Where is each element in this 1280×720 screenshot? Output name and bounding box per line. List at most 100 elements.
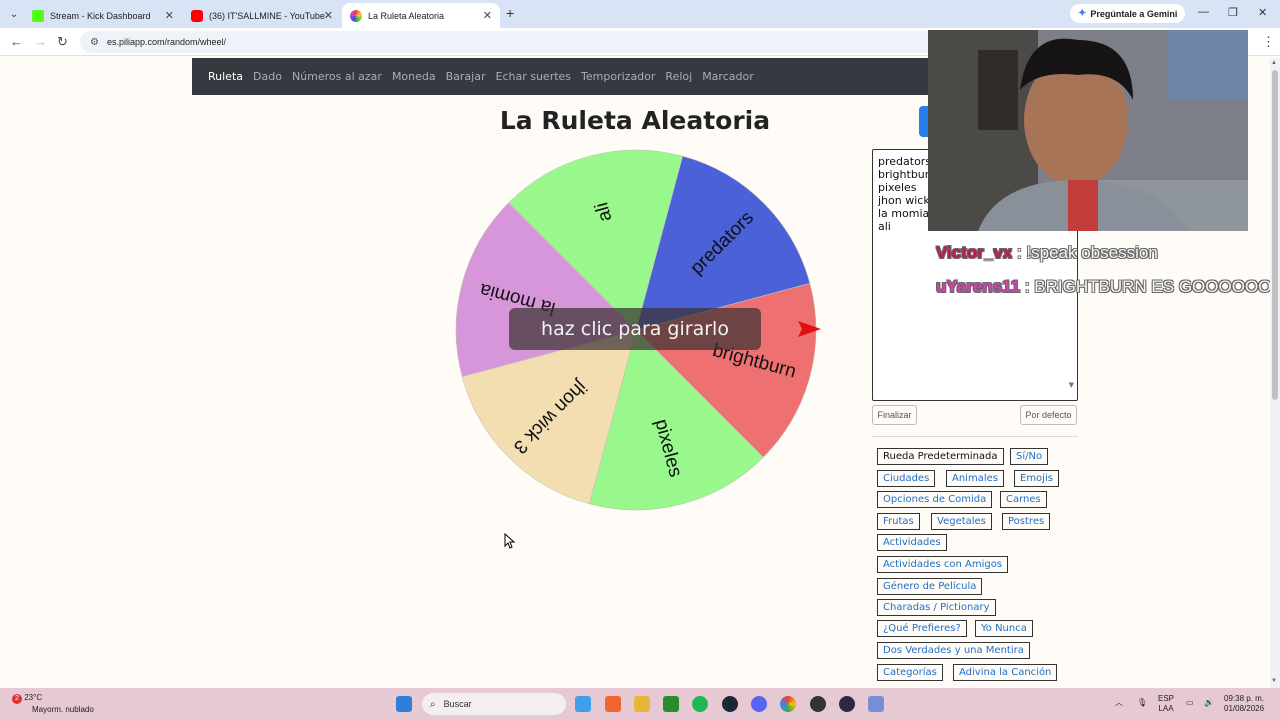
spin-button[interactable]: haz clic para girarlo	[509, 308, 761, 350]
chat-username: uYarens11	[936, 277, 1021, 296]
resize-grip-icon[interactable]: ▼	[1069, 379, 1074, 392]
tab-title: (36) IT'SALLMINE - YouTube	[209, 10, 325, 21]
file-explorer-icon[interactable]	[634, 696, 650, 712]
page-scrollbar[interactable]: ▲ ▼	[1270, 58, 1280, 688]
webcam-overlay	[928, 30, 1248, 231]
preset-que-prefieres[interactable]: ¿Qué Prefieres?	[877, 620, 967, 637]
volume-icon[interactable]: 🔊	[1204, 698, 1214, 708]
minimize-icon[interactable]: —	[1198, 6, 1209, 18]
minecraft-icon[interactable]	[663, 696, 679, 712]
microphone-icon[interactable]: 🎙	[1137, 698, 1147, 708]
preset-dos-verdades[interactable]: Dos Verdades y una Mentira	[877, 642, 1030, 659]
preset-charadas[interactable]: Charadas / Pictionary	[877, 599, 996, 616]
gemini-button[interactable]: ✦ Pregúntale a Gemini	[1070, 4, 1186, 23]
lang-code: ESP	[1158, 694, 1175, 703]
default-button[interactable]: Por defecto	[1020, 405, 1077, 425]
clock-date: 01/08/2026	[1224, 704, 1265, 713]
close-icon[interactable]: ✕	[165, 9, 174, 22]
nav-reloj[interactable]: Reloj	[665, 70, 692, 83]
preset-actividades-amigos[interactable]: Actividades con Amigos	[877, 556, 1009, 573]
scroll-down-icon[interactable]: ▼	[1271, 678, 1277, 684]
preset-yo-nunca[interactable]: Yo Nunca	[975, 620, 1033, 637]
nav-marcador[interactable]: Marcador	[702, 70, 754, 83]
close-icon[interactable]: ✕	[483, 9, 492, 22]
webcam-feed-image	[928, 30, 1248, 231]
weather-widget[interactable]: 2 23°C Mayorm. nublado	[12, 692, 94, 715]
preset-si-no[interactable]: Sí/No	[1010, 448, 1049, 465]
app-icon[interactable]	[868, 696, 884, 712]
search-placeholder: Buscar	[443, 699, 472, 709]
scroll-thumb[interactable]	[1272, 70, 1278, 400]
chrome-icon[interactable]	[780, 696, 796, 712]
preset-vegetales[interactable]: Vegetales	[931, 513, 992, 530]
back-arrow-icon[interactable]: ←	[10, 34, 23, 49]
preset-animales[interactable]: Animales	[946, 470, 1004, 487]
windows-taskbar: 2 23°C Mayorm. nublado ⌕ Buscar ︿ 🎙 ESP …	[0, 688, 1280, 720]
url-text: es.piliapp.com/random/wheel/	[106, 37, 227, 47]
finish-button[interactable]: Finalizar	[872, 405, 917, 425]
site-info-icon[interactable]: ⚙	[90, 37, 99, 48]
nav-barajar[interactable]: Barajar	[446, 70, 486, 83]
chat-username: Victor_vx	[936, 243, 1013, 262]
notification-badge: 2	[12, 694, 22, 704]
scroll-up-icon[interactable]: ▲	[1271, 60, 1277, 66]
lang-layout: LAA	[1158, 704, 1174, 713]
restore-icon[interactable]: ❐	[1228, 6, 1238, 19]
preset-opciones-comida[interactable]: Opciones de Comida	[877, 491, 993, 508]
spotify-icon[interactable]	[692, 696, 708, 712]
new-tab-plus-icon[interactable]: +	[506, 5, 514, 21]
chat-text: : BRIGHTBURN ES GOOOOOOO	[1024, 277, 1280, 296]
brave-icon[interactable]	[605, 696, 621, 712]
preset-categorias[interactable]: Categorías	[877, 664, 943, 681]
steam-icon[interactable]	[722, 696, 738, 712]
window-close-icon[interactable]: ✕	[1258, 6, 1267, 19]
weather-temp: 23°C	[24, 693, 43, 702]
kick-favicon-icon	[32, 9, 44, 22]
nav-dado[interactable]: Dado	[253, 70, 282, 83]
network-icon[interactable]: ▭	[1186, 698, 1194, 708]
more-menu-icon[interactable]: ⋮	[1262, 34, 1275, 50]
close-icon[interactable]: ✕	[324, 9, 333, 22]
nav-temporizador[interactable]: Temporizador	[581, 70, 655, 83]
preset-genero-pelicula[interactable]: Género de Película	[877, 578, 983, 595]
divider	[872, 436, 1078, 437]
preset-ciudades[interactable]: Ciudades	[877, 470, 936, 487]
language-indicator[interactable]: ESP LAA	[1158, 694, 1174, 714]
weather-desc: Mayorm. nublado	[32, 705, 94, 714]
chat-message: Victor_vx : !speak obsession	[936, 243, 1158, 263]
tab-kick-dashboard[interactable]: Stream - Kick Dashboard ✕	[24, 3, 182, 28]
clock[interactable]: 09:38 p. m. 01/08/2026	[1224, 694, 1264, 714]
preset-carnes[interactable]: Carnes	[1000, 491, 1047, 508]
forward-arrow-icon[interactable]: →	[34, 34, 47, 49]
gemini-spark-icon: ✦	[1078, 8, 1087, 19]
preset-postres[interactable]: Postres	[1002, 513, 1051, 530]
taskbar-search[interactable]: ⌕ Buscar	[422, 693, 566, 715]
mouse-cursor-icon	[504, 533, 516, 549]
nav-numeros[interactable]: Números al azar	[292, 70, 382, 83]
preset-rueda-predeterminada[interactable]: Rueda Predeterminada	[877, 448, 1004, 465]
tab-youtube[interactable]: (36) IT'SALLMINE - YouTube ✕	[183, 3, 341, 28]
gemini-label: Pregúntale a Gemini	[1090, 8, 1178, 19]
nav-moneda[interactable]: Moneda	[392, 70, 436, 83]
nav-ruleta[interactable]: Ruleta	[208, 70, 243, 83]
preset-frutas[interactable]: Frutas	[877, 513, 920, 530]
clock-time: 09:38 p. m.	[1224, 694, 1265, 703]
chat-text: : !speak obsession	[1016, 243, 1158, 262]
windows-start-icon[interactable]	[396, 696, 412, 712]
browser-tab-strip: ⌄ Stream - Kick Dashboard ✕ (36) IT'SALL…	[0, 0, 1280, 28]
youtube-favicon-icon	[191, 9, 203, 22]
obs-icon[interactable]	[810, 696, 826, 712]
preset-adivina-cancion[interactable]: Adivina la Canción	[953, 664, 1058, 681]
preset-emojis[interactable]: Emojis	[1014, 470, 1059, 487]
app-icon[interactable]	[839, 696, 855, 712]
reload-icon[interactable]: ↻	[57, 34, 68, 50]
discord-icon[interactable]	[751, 696, 767, 712]
tab-search-chevron-icon[interactable]: ⌄	[6, 6, 22, 22]
address-bar[interactable]: ⚙ es.piliapp.com/random/wheel/	[80, 31, 940, 53]
tab-ruleta[interactable]: La Ruleta Aleatoria ✕	[342, 3, 500, 28]
preset-actividades[interactable]: Actividades	[877, 534, 947, 551]
tray-overflow-icon[interactable]: ︿	[1115, 698, 1123, 708]
copilot-icon[interactable]	[575, 696, 591, 712]
tab-title: Stream - Kick Dashboard	[50, 10, 151, 21]
nav-echar-suertes[interactable]: Echar suertes	[496, 70, 572, 83]
